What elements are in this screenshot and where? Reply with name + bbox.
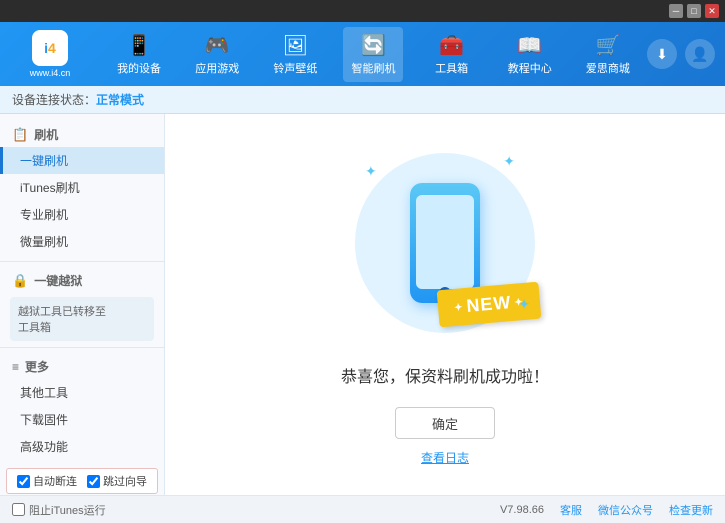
phone-shape bbox=[410, 183, 480, 303]
titlebar: ─ □ ✕ bbox=[0, 0, 725, 22]
success-illustration: NEW ✦ ✦ ✦ bbox=[345, 143, 545, 343]
lock-icon: 🔒 bbox=[12, 273, 28, 289]
sparkle-icon-2: ✦ bbox=[503, 153, 515, 170]
nav-item-apps[interactable]: 🎮 应用游戏 bbox=[187, 27, 247, 82]
apps-icon: 🎮 bbox=[205, 33, 230, 58]
nav-item-tutorials[interactable]: 📖 教程中心 bbox=[500, 27, 560, 82]
flash-section-icon: 📋 bbox=[12, 127, 28, 143]
status-value: 正常模式 bbox=[96, 91, 144, 108]
sparkle-icon-1: ✦ bbox=[365, 163, 377, 180]
check-update-link[interactable]: 检查更新 bbox=[669, 502, 713, 518]
options-row: 自动断连 跳过向导 bbox=[6, 468, 158, 494]
customer-service-link[interactable]: 客服 bbox=[560, 502, 582, 518]
skip-wizard-checkbox[interactable]: 跳过向导 bbox=[87, 473, 147, 489]
jailbreak-section-title: 🔒 一键越狱 bbox=[0, 268, 164, 293]
nav-label-store: 爱思商城 bbox=[586, 60, 630, 76]
sidebar-item-other-tools[interactable]: 其他工具 bbox=[0, 379, 164, 406]
maximize-button[interactable]: □ bbox=[687, 4, 701, 18]
sidebar: 📋 刷机 一键刷机 iTunes刷机 专业刷机 微量刷机 🔒 一键越狱 越狱工具… bbox=[0, 114, 165, 495]
stop-itunes-checkbox[interactable] bbox=[12, 503, 25, 516]
header: i4 www.i4.cn 📱 我的设备 🎮 应用游戏 🖼 铃声壁纸 🔄 智能刷机… bbox=[0, 22, 725, 86]
logo-text: www.i4.cn bbox=[30, 68, 71, 78]
phone-screen bbox=[416, 195, 474, 289]
wallpaper-icon: 🖼 bbox=[283, 33, 308, 58]
download-button[interactable]: ⬇ bbox=[647, 39, 677, 69]
flash-section-title: 📋 刷机 bbox=[0, 122, 164, 147]
logo[interactable]: i4 www.i4.cn bbox=[10, 30, 90, 78]
sidebar-item-advanced[interactable]: 高级功能 bbox=[0, 433, 164, 460]
sidebar-divider-1 bbox=[0, 261, 164, 262]
logo-icon: i4 bbox=[32, 30, 68, 66]
store-icon: 🛒 bbox=[595, 33, 620, 58]
main-content: NEW ✦ ✦ ✦ 恭喜您，保资料刷机成功啦！ 确定 查看日志 bbox=[165, 114, 725, 495]
bottom-bar: 阻止iTunes运行 V7.98.66 客服 微信公众号 检查更新 bbox=[0, 495, 725, 523]
nav-label-smart-flash: 智能刷机 bbox=[351, 60, 395, 76]
confirm-button[interactable]: 确定 bbox=[395, 407, 495, 439]
nav-item-store[interactable]: 🛒 爱思商城 bbox=[578, 27, 638, 82]
stop-itunes-label: 阻止iTunes运行 bbox=[29, 502, 106, 518]
bottom-right: V7.98.66 客服 微信公众号 检查更新 bbox=[500, 502, 713, 518]
sidebar-item-download-firmware[interactable]: 下载固件 bbox=[0, 406, 164, 433]
sidebar-item-one-click-flash[interactable]: 一键刷机 bbox=[0, 147, 164, 174]
more-section-title: ≡ 更多 bbox=[0, 354, 164, 379]
auto-disconnect-input[interactable] bbox=[17, 475, 30, 488]
user-button[interactable]: 👤 bbox=[685, 39, 715, 69]
status-bar: 设备连接状态： 正常模式 bbox=[0, 86, 725, 114]
success-message: 恭喜您，保资料刷机成功啦！ bbox=[341, 363, 549, 387]
nav-item-toolbox[interactable]: 🧰 工具箱 bbox=[422, 27, 482, 82]
header-actions: ⬇ 👤 bbox=[647, 39, 715, 69]
review-log-link[interactable]: 查看日志 bbox=[421, 449, 469, 466]
close-button[interactable]: ✕ bbox=[705, 4, 719, 18]
nav-label-wallpaper: 铃声壁纸 bbox=[273, 60, 317, 76]
sidebar-item-downgrade-flash[interactable]: 微量刷机 bbox=[0, 228, 164, 255]
skip-wizard-input[interactable] bbox=[87, 475, 100, 488]
toolbox-icon: 🧰 bbox=[439, 33, 464, 58]
sidebar-divider-2 bbox=[0, 347, 164, 348]
my-device-icon: 📱 bbox=[127, 33, 152, 58]
minimize-button[interactable]: ─ bbox=[669, 4, 683, 18]
bottom-left: 阻止iTunes运行 bbox=[12, 502, 106, 518]
nav-label-apps: 应用游戏 bbox=[195, 60, 239, 76]
sidebar-item-pro-flash[interactable]: 专业刷机 bbox=[0, 201, 164, 228]
nav-item-smart-flash[interactable]: 🔄 智能刷机 bbox=[343, 27, 403, 82]
sidebar-item-itunes-flash[interactable]: iTunes刷机 bbox=[0, 174, 164, 201]
nav-item-my-device[interactable]: 📱 我的设备 bbox=[109, 27, 169, 82]
sparkle-icon-3: ✦ bbox=[518, 296, 530, 313]
nav-item-wallpaper[interactable]: 🖼 铃声壁纸 bbox=[265, 27, 325, 82]
main-layout: 📋 刷机 一键刷机 iTunes刷机 专业刷机 微量刷机 🔒 一键越狱 越狱工具… bbox=[0, 114, 725, 495]
jailbreak-note: 越狱工具已转移至 工具箱 bbox=[10, 297, 154, 341]
nav-label-my-device: 我的设备 bbox=[117, 60, 161, 76]
smart-flash-icon: 🔄 bbox=[361, 33, 386, 58]
version-label: V7.98.66 bbox=[500, 504, 544, 516]
status-label: 设备连接状态： bbox=[12, 91, 96, 108]
nav-bar: 📱 我的设备 🎮 应用游戏 🖼 铃声壁纸 🔄 智能刷机 🧰 工具箱 📖 教程中心… bbox=[100, 27, 647, 82]
wechat-public-link[interactable]: 微信公众号 bbox=[598, 502, 653, 518]
auto-disconnect-checkbox[interactable]: 自动断连 bbox=[17, 473, 77, 489]
nav-label-toolbox: 工具箱 bbox=[435, 60, 468, 76]
tutorials-icon: 📖 bbox=[517, 33, 542, 58]
nav-label-tutorials: 教程中心 bbox=[508, 60, 552, 76]
